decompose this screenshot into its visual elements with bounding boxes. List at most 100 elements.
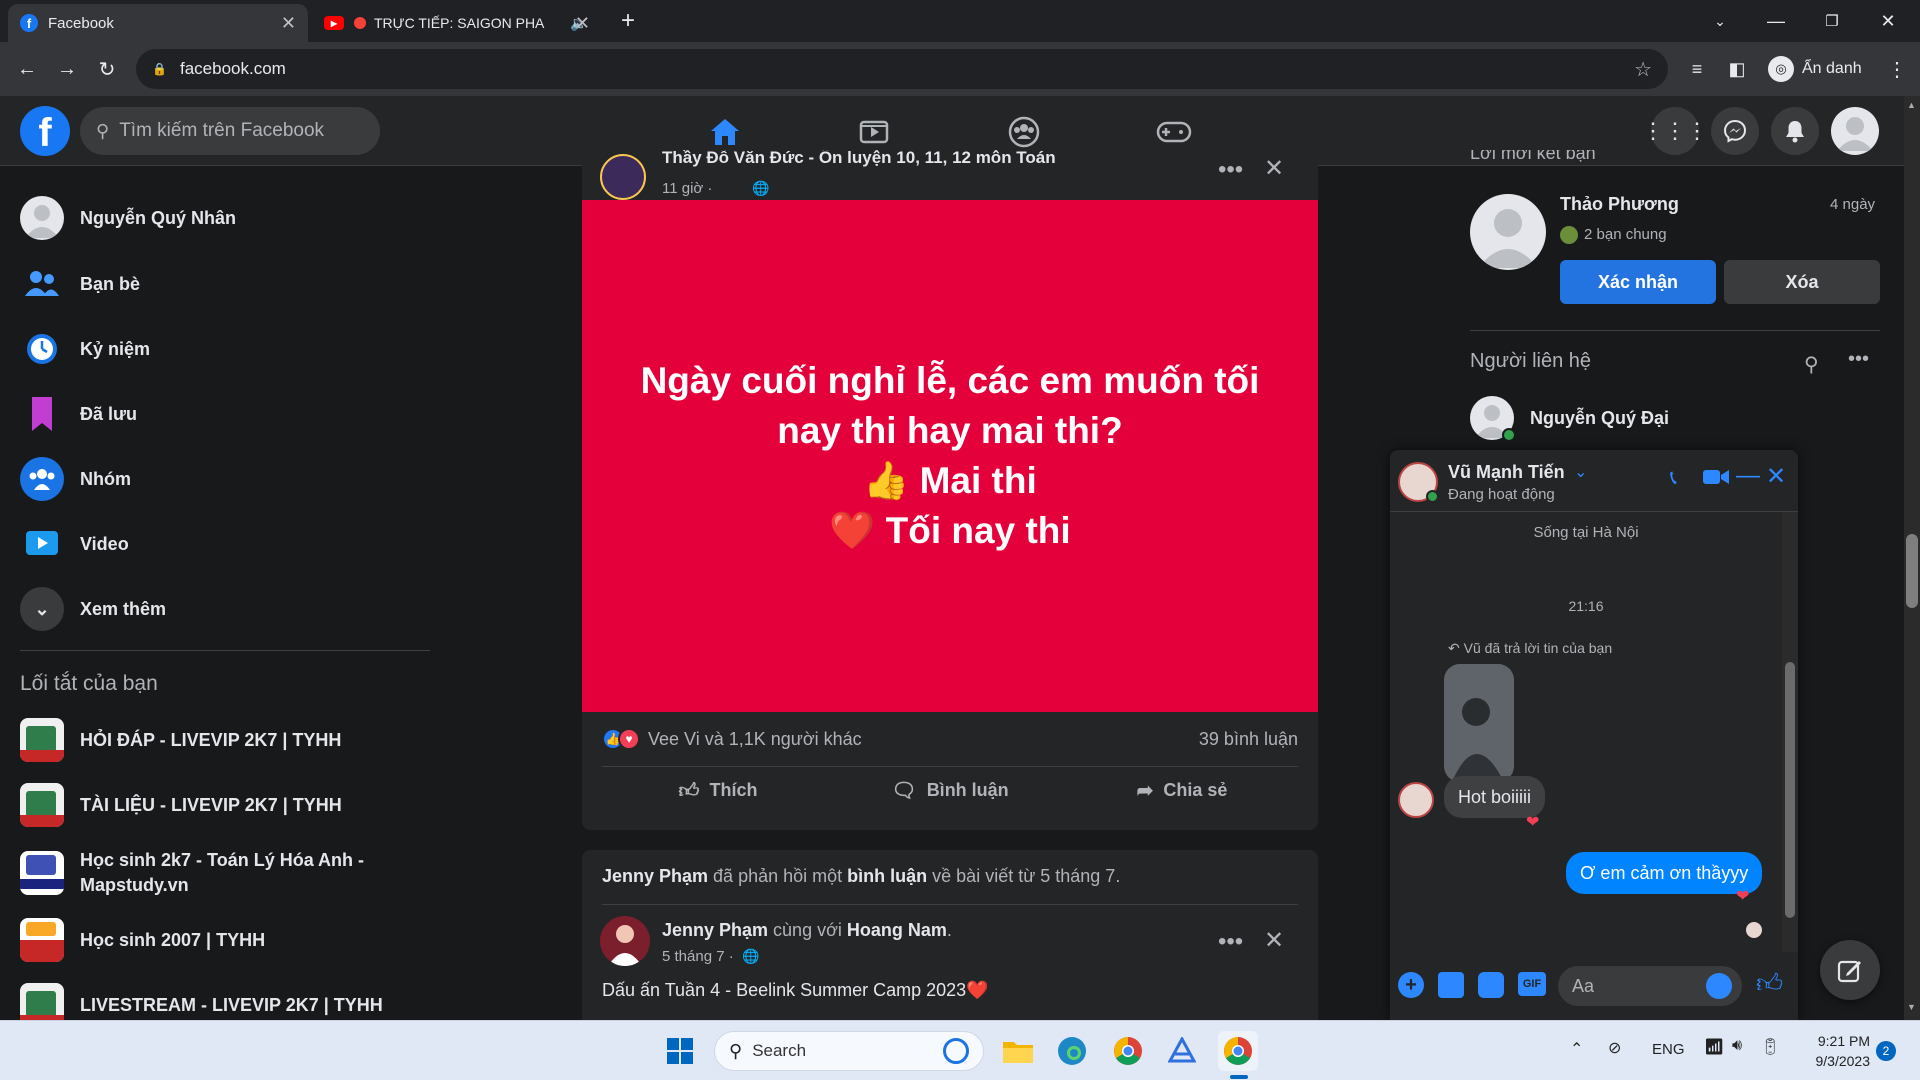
mutual-friends[interactable]: 2 bạn chung — [1584, 226, 1667, 243]
phone-call-icon[interactable]: 📞︎ — [1670, 467, 1677, 490]
more-options-icon[interactable]: ••• — [1218, 928, 1243, 956]
share-button[interactable]: ➦ Chia sẻ — [1066, 767, 1298, 814]
forward-button[interactable]: → — [52, 54, 82, 84]
like-button[interactable]: 👍︎ Thích — [602, 767, 834, 814]
chrome-active-icon[interactable] — [1218, 1031, 1258, 1071]
chrome-icon[interactable] — [1108, 1031, 1148, 1071]
restore-button[interactable]: ❐ — [1804, 0, 1860, 42]
page-scrollbar-thumb[interactable] — [1906, 534, 1918, 608]
chevron-down-icon[interactable]: ⌄ — [1574, 462, 1587, 482]
close-window-button[interactable]: ✕ — [1860, 0, 1916, 42]
browser-menu-icon[interactable]: ⋮ — [1882, 54, 1912, 84]
shortcut-item[interactable]: TÀI LIỆU - LIVEVIP 2K7 | TYHH — [20, 783, 342, 827]
search-contacts-icon[interactable]: ⚲ — [1804, 352, 1819, 377]
page-scrollbar[interactable]: ▲ ▼ — [1904, 96, 1920, 1020]
message-input[interactable]: Aa — [1558, 966, 1742, 1006]
address-bar[interactable]: 🔒 facebook.com ☆ — [136, 49, 1668, 89]
watch-nav-icon[interactable] — [852, 110, 896, 154]
reaction-summary[interactable]: 👍 ♥ Vee Vi và 1,1K người khác 39 bình lu… — [602, 724, 1298, 754]
side-panel-icon[interactable]: ◧ — [1722, 54, 1752, 84]
sidebar-item-friends[interactable]: Bạn bè — [20, 259, 140, 309]
minimize-button[interactable]: — — [1748, 0, 1804, 42]
activity-link[interactable]: bình luận — [847, 866, 927, 886]
hide-post-close-icon[interactable]: ✕ — [1264, 926, 1284, 955]
battery-icon[interactable]: 🔋︎ — [1760, 1037, 1780, 1057]
send-like-icon[interactable]: 👍︎ — [1756, 968, 1783, 999]
notifications-bell-icon[interactable] — [1771, 107, 1819, 155]
file-explorer-icon[interactable] — [998, 1031, 1038, 1071]
menu-grid-icon[interactable]: ⋮⋮⋮ — [1642, 107, 1708, 155]
edge-icon[interactable] — [1052, 1031, 1092, 1071]
delete-request-button[interactable]: Xóa — [1724, 260, 1880, 304]
incognito-profile-button[interactable]: ◎ Ẩn danh — [1762, 52, 1874, 86]
facebook-search-input[interactable]: ⚲ Tìm kiếm trên Facebook — [80, 107, 380, 155]
comments-count[interactable]: 39 bình luận — [1199, 729, 1298, 750]
sidebar-item-profile[interactable]: Nguyễn Quý Nhân — [20, 193, 236, 243]
request-name[interactable]: Thảo Phương — [1560, 194, 1679, 215]
show-hidden-icons-chevron-icon[interactable]: ⌃ — [1570, 1039, 1583, 1059]
groups-nav-icon[interactable] — [1002, 110, 1046, 154]
comment-button[interactable]: 🗨 Bình luận — [834, 767, 1066, 814]
avatar[interactable] — [1470, 194, 1546, 270]
emoji-icon[interactable] — [1706, 973, 1732, 999]
gaming-nav-icon[interactable] — [1152, 110, 1196, 154]
sticker-icon[interactable] — [1478, 972, 1504, 998]
confirm-request-button[interactable]: Xác nhận — [1560, 260, 1716, 304]
scroll-up-arrow-icon[interactable]: ▲ — [1907, 100, 1916, 110]
bookmark-star-icon[interactable]: ☆ — [1634, 57, 1652, 82]
account-avatar[interactable] — [1831, 107, 1879, 155]
home-nav-icon[interactable] — [703, 110, 747, 154]
chat-scrollbar[interactable] — [1782, 512, 1798, 952]
notification-count-badge[interactable]: 2 — [1876, 1041, 1896, 1061]
contacts-more-icon[interactable]: ••• — [1848, 348, 1869, 371]
gif-icon[interactable]: GIF — [1518, 972, 1546, 996]
close-tab-icon[interactable]: ✕ — [575, 13, 590, 34]
reload-button[interactable]: ↻ — [92, 54, 122, 84]
new-tab-button[interactable]: + — [608, 0, 648, 42]
more-options-icon[interactable]: ••• — [1218, 156, 1243, 184]
reading-list-icon[interactable]: ≡ — [1682, 54, 1712, 84]
shortcut-item[interactable]: Học sinh 2007 | TYHH — [20, 918, 265, 962]
tab-search-chevron-icon[interactable]: ⌄ — [1692, 0, 1748, 42]
bing-icon[interactable] — [943, 1038, 969, 1064]
sidebar-item-memories[interactable]: Kỷ niệm — [20, 324, 150, 374]
sidebar-item-see-more[interactable]: ⌄ Xem thêm — [20, 584, 166, 634]
post-author[interactable]: Thầy Đỗ Văn Đức - Ôn luyện 10, 11, 12 mô… — [662, 150, 1056, 168]
sender-avatar[interactable] — [1398, 782, 1434, 818]
post-author[interactable]: Jenny Phạm — [662, 920, 768, 940]
tab-facebook[interactable]: f Facebook ✕ — [8, 4, 308, 42]
tagged-user[interactable]: Hoang Nam — [847, 920, 947, 940]
close-tab-icon[interactable]: ✕ — [281, 13, 296, 34]
outgoing-message[interactable]: Ơ em cảm ơn thầyyy — [1566, 852, 1763, 894]
add-plus-icon[interactable]: + — [1398, 972, 1424, 998]
facebook-logo-icon[interactable]: f — [20, 106, 70, 156]
sidebar-item-groups[interactable]: Nhóm — [20, 454, 131, 504]
shortcut-item[interactable]: Học sinh 2k7 - Toán Lý Hóa Anh - Mapstud… — [20, 848, 420, 898]
chat-contact-name[interactable]: Vũ Mạnh Tiến — [1448, 462, 1565, 483]
messenger-icon[interactable] — [1711, 107, 1759, 155]
language-indicator[interactable]: ENG — [1652, 1041, 1685, 1058]
shortcut-item[interactable]: HỎI ĐÁP - LIVEVIP 2K7 | TYHH — [20, 718, 341, 762]
heart-reaction-icon[interactable]: ❤ — [1526, 812, 1539, 832]
store-icon[interactable] — [1162, 1031, 1202, 1071]
close-chat-icon[interactable]: ✕ — [1766, 462, 1786, 491]
volume-icon[interactable]: 🔊︎ — [1732, 1037, 1742, 1055]
network-status-icon[interactable]: ⊘ — [1608, 1038, 1621, 1058]
wifi-icon[interactable]: 📶︎ — [1704, 1037, 1724, 1057]
chat-scrollbar-thumb[interactable] — [1785, 662, 1795, 918]
windows-start-icon[interactable] — [660, 1031, 700, 1071]
sidebar-item-saved[interactable]: Đã lưu — [20, 389, 137, 439]
photo-icon[interactable] — [1438, 972, 1464, 998]
scroll-down-arrow-icon[interactable]: ▼ — [1907, 1002, 1916, 1012]
taskbar-clock[interactable]: 9:21 PM 9/3/2023 — [1800, 1031, 1871, 1071]
back-button[interactable]: ← — [12, 54, 42, 84]
lock-icon[interactable]: 🔒 — [152, 62, 167, 76]
post-time[interactable]: 5 tháng 7 · — [662, 948, 734, 965]
video-call-icon[interactable] — [1702, 467, 1729, 485]
minimize-chat-icon[interactable]: — — [1736, 462, 1760, 490]
sidebar-item-video[interactable]: Video — [20, 519, 129, 569]
activity-user[interactable]: Jenny Phạm — [602, 866, 708, 886]
hide-post-close-icon[interactable]: ✕ — [1264, 154, 1284, 183]
contact-name[interactable]: Nguyễn Quý Đại — [1530, 408, 1669, 429]
page-avatar[interactable] — [600, 154, 646, 200]
